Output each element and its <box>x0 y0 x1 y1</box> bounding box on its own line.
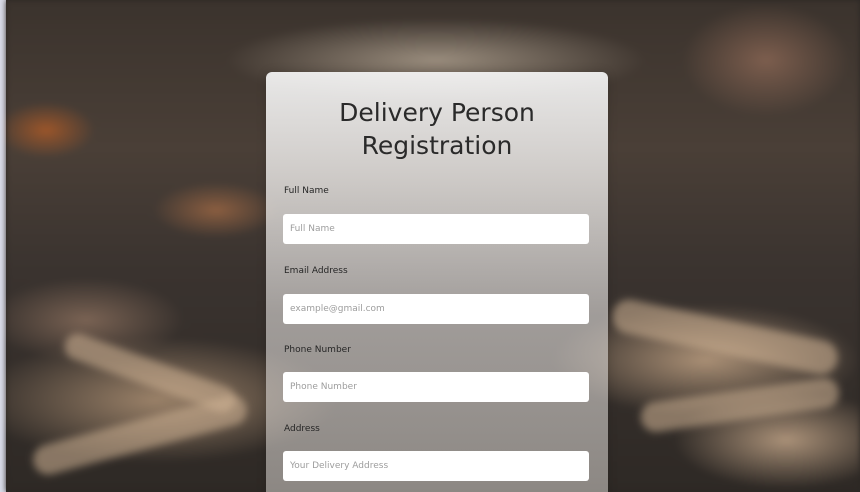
full-name-input[interactable] <box>283 214 589 244</box>
page-viewport: Delivery Person Registration Full Name E… <box>0 0 860 492</box>
registration-card: Delivery Person Registration Full Name E… <box>266 72 608 492</box>
email-label: Email Address <box>284 266 348 276</box>
phone-label: Phone Number <box>284 345 351 355</box>
address-label: Address <box>284 424 320 434</box>
full-name-label: Full Name <box>284 186 329 196</box>
email-input[interactable] <box>283 294 589 324</box>
page-title: Delivery Person Registration <box>266 96 608 162</box>
address-input[interactable] <box>283 451 589 481</box>
title-line-2: Registration <box>361 131 513 160</box>
title-line-1: Delivery Person <box>339 98 535 127</box>
phone-input[interactable] <box>283 372 589 402</box>
